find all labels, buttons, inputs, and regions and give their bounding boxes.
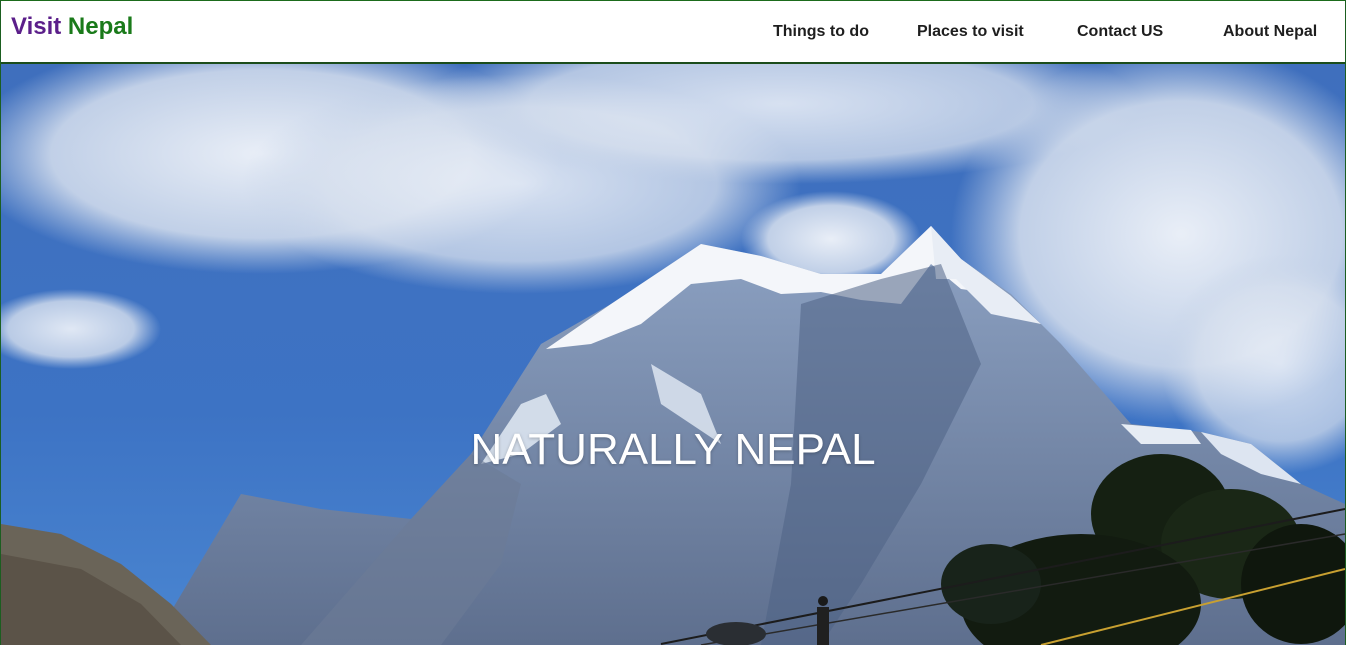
- logo-word-visit: Visit: [11, 13, 62, 40]
- nav-link-about-nepal[interactable]: About Nepal: [1223, 23, 1317, 41]
- site-logo[interactable]: Visit Nepal: [11, 13, 133, 41]
- logo-word-nepal: Nepal: [67, 13, 134, 40]
- page: Visit Nepal Things to do Places to visit…: [0, 0, 1346, 645]
- mountain-landscape-image: [1, 64, 1345, 645]
- hero-banner: NATURALLY NEPAL: [1, 64, 1345, 645]
- nav-link-places-to-visit[interactable]: Places to visit: [917, 23, 1024, 41]
- hero-title: NATURALLY NEPAL: [470, 425, 876, 474]
- nav-link-contact-us[interactable]: Contact US: [1077, 23, 1163, 41]
- navbar: Visit Nepal Things to do Places to visit…: [1, 0, 1345, 64]
- nav-link-things-to-do[interactable]: Things to do: [773, 23, 869, 41]
